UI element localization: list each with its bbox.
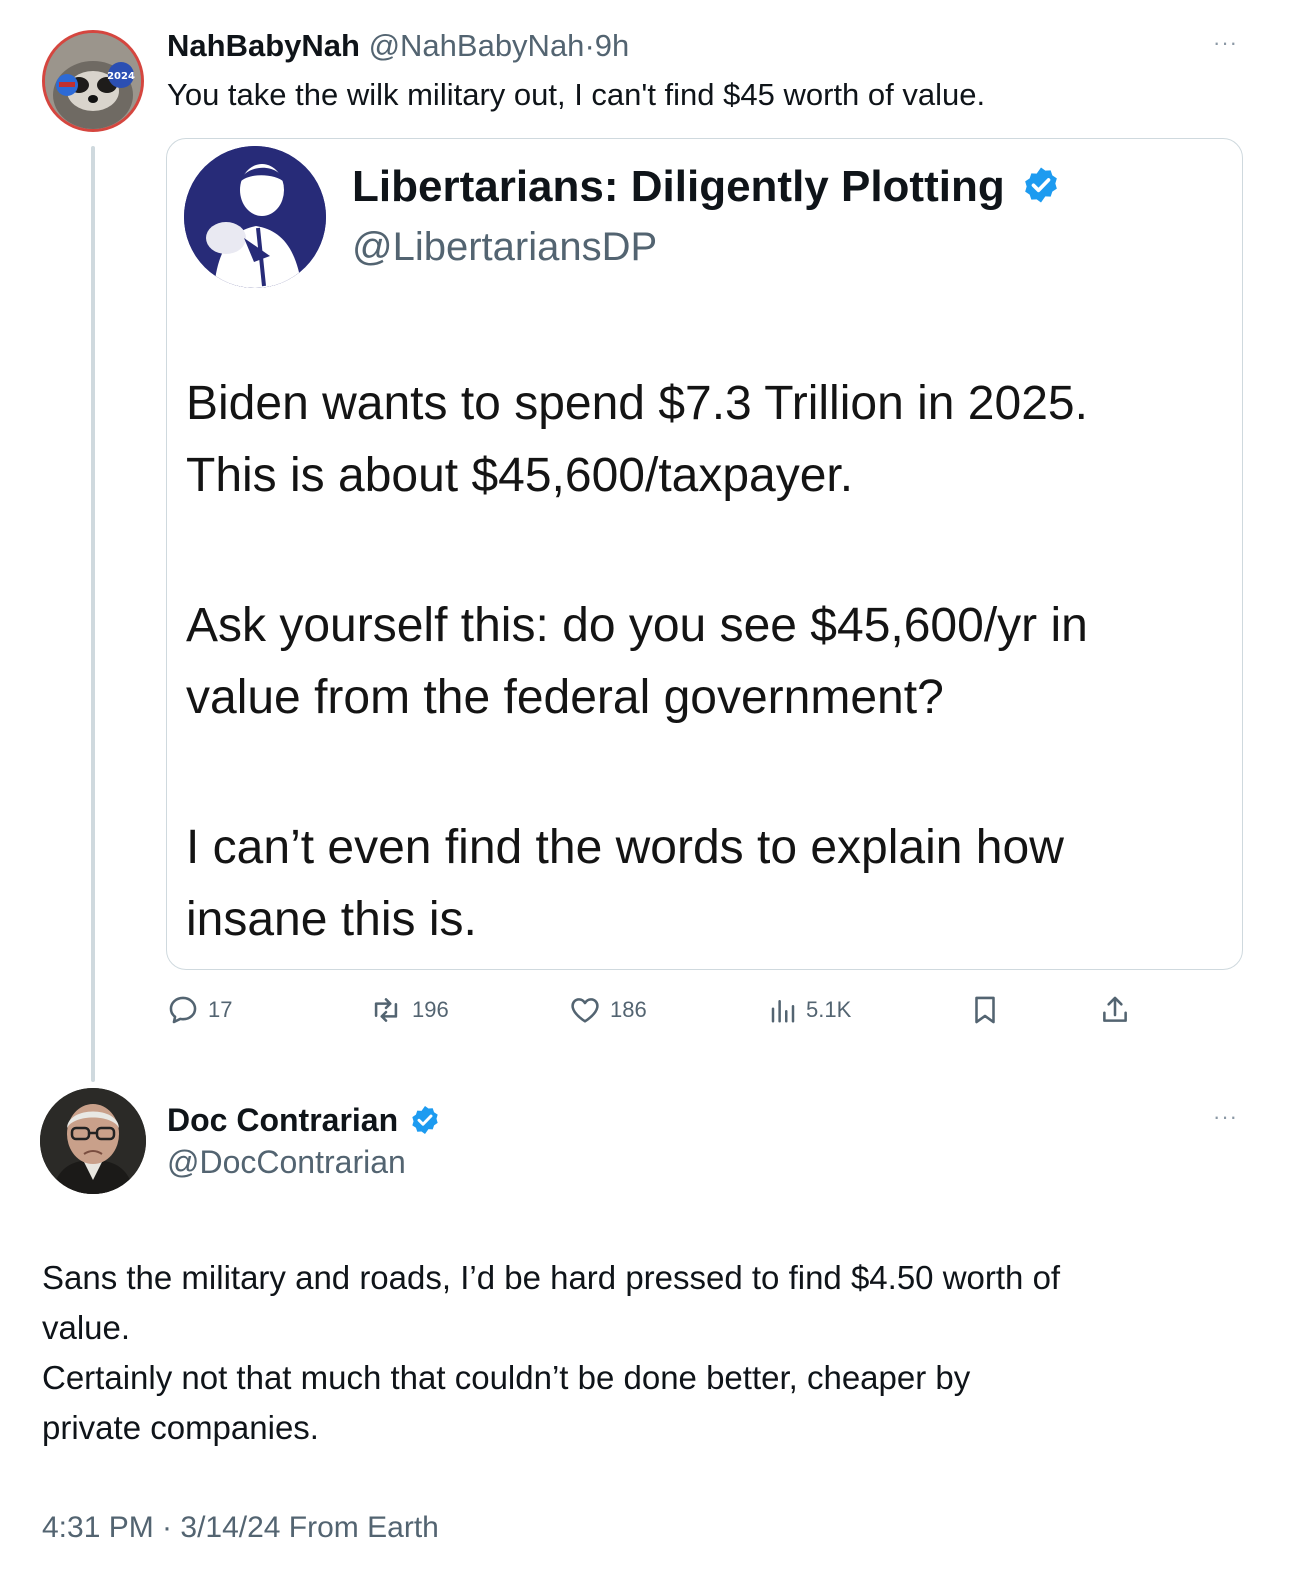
tweet-text-line: private companies.	[42, 1409, 319, 1446]
old-man-avatar-image	[40, 1088, 146, 1194]
quoted-handle: @LibertariansDP	[352, 225, 658, 269]
raccoon-avatar-image: 2024	[45, 33, 141, 129]
repost-button[interactable]: 196	[368, 992, 449, 1028]
views-count: 5.1K	[806, 997, 852, 1022]
thread-connector-line	[91, 146, 95, 1082]
quoted-text-line: This is about $45,600/taxpayer.	[186, 449, 854, 502]
tweet-header: NahBabyNah @NahBabyNah·9h	[167, 26, 629, 66]
user-handle[interactable]: @NahBabyNah	[369, 28, 585, 63]
bookmark-button[interactable]	[968, 992, 1002, 1028]
reply-count: 17	[208, 997, 233, 1022]
quoted-text-line: I can’t even find the words to explain h…	[186, 821, 1064, 874]
more-options-icon[interactable]: ···	[1213, 1104, 1238, 1130]
reply-button[interactable]: 17	[166, 992, 232, 1028]
quoted-display-name: Libertarians: Diligently Plotting	[352, 160, 1061, 214]
tweet-text: Sans the military and roads, I’d be hard…	[42, 1253, 1060, 1453]
vintage-man-avatar-image	[184, 146, 326, 288]
avatar-libertariansdp	[184, 146, 326, 288]
share-icon	[1103, 996, 1127, 1022]
repost-icon	[374, 998, 398, 1022]
timestamp[interactable]: 9h	[595, 28, 629, 63]
tweet-text-line: Certainly not that much that couldn’t be…	[42, 1359, 971, 1396]
quoted-text-line: Biden wants to spend $7.3 Trillion in 20…	[186, 377, 1088, 430]
tweet-text-line: Sans the military and roads, I’d be hard…	[42, 1259, 1061, 1296]
quoted-text-line: insane this is.	[186, 893, 477, 946]
display-name[interactable]: NahBabyNah	[167, 28, 360, 63]
tweet-text: You take the wilk military out, I can't …	[167, 77, 986, 112]
tweet-text-line: value.	[42, 1309, 131, 1346]
tweet-timestamp-meta[interactable]: 4:31 PM · 3/14/24 From Earth	[42, 1508, 439, 1548]
user-handle[interactable]: @DocContrarian	[167, 1142, 406, 1182]
heart-icon	[571, 998, 599, 1023]
quoted-text-line: value from the federal government?	[186, 671, 944, 724]
share-button[interactable]	[1098, 992, 1132, 1028]
views-chart-icon	[771, 1000, 795, 1023]
quoted-text-line: Ask yourself this: do you see $45,600/yr…	[186, 599, 1088, 652]
svg-text:2024: 2024	[107, 71, 135, 82]
more-options-icon[interactable]: ···	[1213, 30, 1238, 56]
separator-dot: ·	[584, 28, 595, 63]
repost-count: 196	[412, 997, 449, 1022]
bookmark-icon	[975, 996, 995, 1024]
reply-icon	[169, 996, 197, 1024]
avatar-nahbabynah[interactable]: 2024	[42, 30, 144, 132]
views-button[interactable]: 5.1K	[768, 992, 851, 1028]
verified-badge-icon	[1025, 167, 1057, 203]
like-count: 186	[610, 997, 647, 1022]
like-button[interactable]: 186	[568, 992, 647, 1028]
display-name[interactable]: Doc Contrarian	[167, 1100, 441, 1140]
avatar-doccontrarian[interactable]	[40, 1088, 146, 1194]
verified-badge-icon	[412, 1106, 438, 1134]
